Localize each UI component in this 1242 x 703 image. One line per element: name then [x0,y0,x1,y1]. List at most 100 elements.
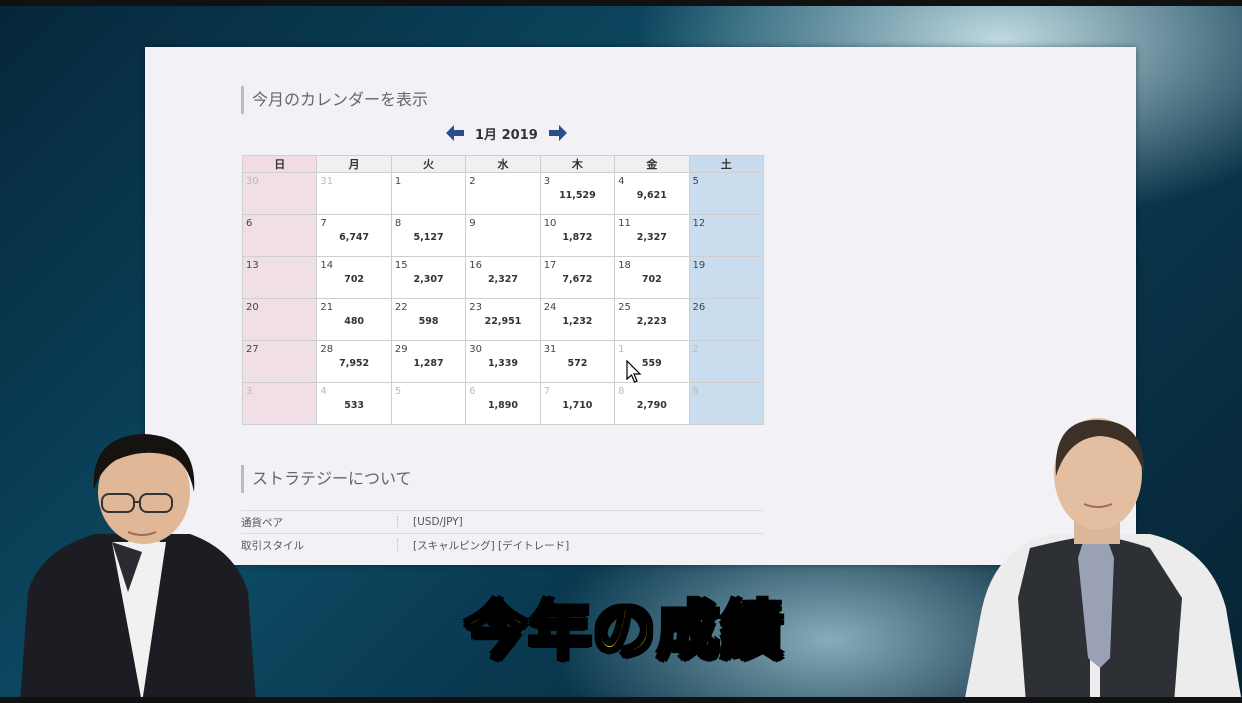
day-number: 2 [692,344,699,355]
calendar-day-cell[interactable]: 25 2,223 [614,298,690,341]
calendar-day-cell[interactable]: 10 1,872 [539,214,616,257]
calendar-week-row: 27 28 7,952 29 1,287 30 1,339 31 572 1 559 2 [241,340,765,383]
calendar-day-cell[interactable]: 9 [688,382,765,425]
day-number: 16 [469,260,482,271]
day-number: 30 [469,344,482,355]
day-profit-value: 1,872 [562,232,593,243]
day-profit-value: 1,287 [413,358,444,369]
calendar-day-cell[interactable]: 8 5,127 [390,214,467,257]
strategy-row: 通貨ペア [USD/JPY] [241,510,763,533]
calendar-day-cell[interactable]: 4 9,621 [614,172,690,215]
day-number: 5 [394,386,402,397]
calendar-day-cell[interactable]: 30 [241,172,318,215]
calendar-day-cell[interactable]: 26 [688,298,765,341]
day-number: 5 [692,176,699,187]
weekday-header: 日 [241,155,318,173]
bottom-border [0,697,1242,703]
calendar-day-cell[interactable]: 31 [316,172,392,215]
weekday-header: 金 [614,155,690,173]
day-number: 18 [618,260,631,271]
arrow-right-icon[interactable] [548,124,568,142]
calendar-day-cell[interactable]: 21 480 [316,298,392,341]
strategy-info-table: 通貨ペア [USD/JPY] 取引スタイル [スキャルピング] [デイトレード] [241,510,763,556]
calendar-day-cell[interactable]: 4 533 [316,382,392,425]
calendar-week-row: 20 21 480 22 598 23 22,951 24 1,232 25 2,223 26 [241,298,765,341]
day-number: 29 [394,344,408,355]
day-profit-value: 2,327 [487,274,518,285]
day-profit-value: 2,327 [636,232,667,243]
calendar-day-cell[interactable]: 27 [241,340,318,383]
calendar-day-cell[interactable]: 7 6,747 [316,214,392,257]
calendar-day-cell[interactable]: 12 [688,214,765,257]
calendar-day-cell[interactable]: 3 11,529 [539,172,616,215]
calendar-day-cell[interactable]: 9 [465,214,541,257]
arrow-left-icon[interactable] [445,124,465,142]
calendar-day-cell[interactable]: 15 2,307 [390,256,467,299]
calendar-day-cell[interactable]: 18 702 [614,256,690,299]
calendar-day-cell[interactable]: 7 1,710 [539,382,616,425]
day-number: 1 [618,344,625,355]
calendar-day-cell[interactable]: 2 [465,172,541,215]
day-number: 10 [543,218,557,229]
weekday-header: 土 [688,155,765,173]
calendar-day-cell[interactable]: 3 [241,382,318,425]
day-number: 19 [692,260,706,271]
calendar-day-cell[interactable]: 22 598 [390,298,467,341]
day-profit-value: 1,232 [562,316,593,327]
calendar-body: 30 31 1 2 3 11,529 4 9,621 5 6 7 6,747 8 5,127 9 10 1,87… [241,172,765,425]
calendar-day-cell[interactable]: 2 [688,340,765,383]
calendar-day-cell[interactable]: 31 572 [539,340,616,383]
day-number: 7 [543,386,551,397]
divider [397,516,413,528]
day-profit-value: 702 [344,274,365,285]
divider [397,539,413,551]
calendar-day-cell[interactable]: 24 1,232 [539,298,616,341]
day-number: 23 [469,302,482,313]
calendar-day-cell[interactable]: 6 1,890 [465,382,541,425]
day-number: 4 [618,176,625,187]
weekday-header: 火 [390,155,467,173]
month-navigation: 1月 2019 [445,121,665,145]
day-profit-value: 6,747 [339,232,370,243]
calendar-day-cell[interactable]: 19 [688,256,765,299]
calendar-section-title: 今月のカレンダーを表示 [241,86,428,114]
day-profit-value: 9,621 [636,190,667,201]
calendar-day-cell[interactable]: 30 1,339 [465,340,541,383]
strategy-key: 通貨ペア [241,516,283,529]
day-number: 31 [320,176,334,187]
day-number: 3 [246,386,253,397]
day-number: 7 [320,218,327,229]
calendar-day-cell[interactable]: 5 [390,382,467,425]
day-number: 21 [320,302,334,313]
day-number: 6 [246,218,253,229]
day-number: 25 [618,302,631,313]
calendar-week-row: 30 31 1 2 3 11,529 4 9,621 5 [241,172,765,215]
calendar-day-cell[interactable]: 28 7,952 [316,340,392,383]
calendar-day-cell[interactable]: 5 [688,172,765,215]
day-profit-value: 22,951 [484,316,522,327]
day-profit-value: 11,529 [559,190,596,201]
day-number: 1 [394,176,402,187]
strategy-value: [スキャルピング] [デイトレード] [413,539,570,552]
day-number: 26 [692,302,706,313]
calendar-day-cell[interactable]: 29 1,287 [390,340,467,383]
calendar-day-cell[interactable]: 23 22,951 [465,298,541,341]
day-number: 31 [543,344,557,355]
calendar-day-cell[interactable]: 20 [241,298,318,341]
calendar-day-cell[interactable]: 13 [241,256,318,299]
calendar-day-cell[interactable]: 16 2,327 [465,256,541,299]
day-number: 11 [618,218,631,229]
calendar-day-cell[interactable]: 11 2,327 [614,214,690,257]
calendar-day-cell[interactable]: 17 7,672 [539,256,616,299]
calendar-day-cell[interactable]: 8 2,790 [614,382,690,425]
calendar-day-cell[interactable]: 6 [241,214,318,257]
weekday-header: 木 [539,155,616,173]
day-profit-value: 1,339 [487,358,518,369]
calendar-day-cell[interactable]: 1 [390,172,467,215]
calendar-table: 日月火水木金土 30 31 1 2 3 11,529 4 9,621 5 6 7 6,747 8 5,12… [241,155,765,425]
calendar-day-cell[interactable]: 14 702 [316,256,392,299]
day-number: 8 [618,386,625,397]
calendar-week-row: 6 7 6,747 8 5,127 9 10 1,872 11 2,327 12 [241,214,765,257]
calendar-week-row: 13 14 702 15 2,307 16 2,327 17 7,672 18 702 19 [241,256,765,299]
day-number: 12 [692,218,706,229]
